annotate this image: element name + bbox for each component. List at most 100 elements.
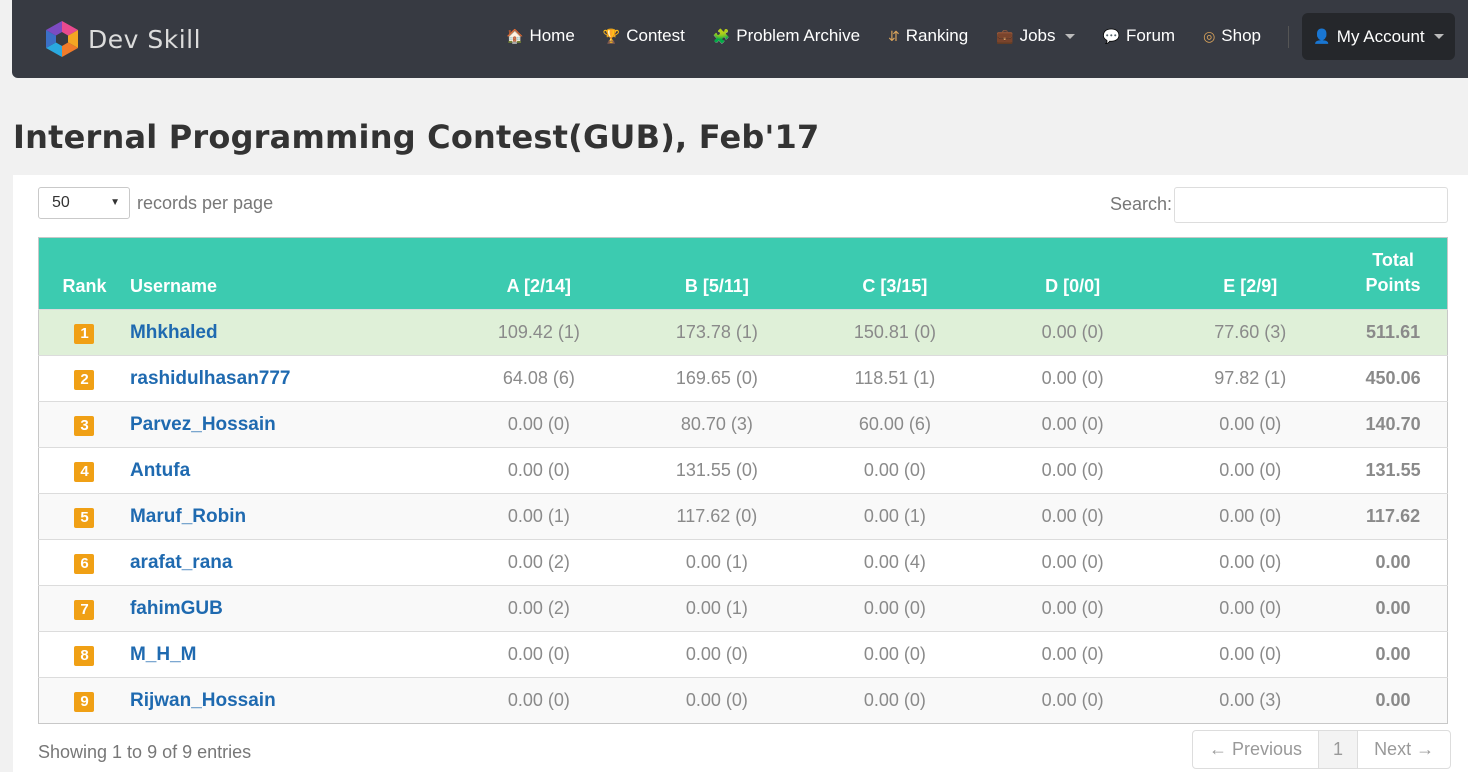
- username-cell: Rijwan_Hossain: [129, 677, 450, 724]
- table-row: 5 Maruf_Robin 0.00 (1) 117.62 (0) 0.00 (1) 0.…: [38, 493, 1448, 540]
- page-length-label: records per page: [137, 193, 274, 213]
- username-cell: Maruf_Robin: [129, 493, 450, 540]
- rank-cell: 2: [38, 355, 130, 402]
- problem-score-cell: 0.00 (0): [983, 401, 1162, 448]
- rank-badge: 8: [74, 645, 95, 666]
- problem-score-cell: 0.00 (0): [449, 401, 628, 448]
- username-link[interactable]: Mhkhaled: [130, 322, 218, 343]
- username-cell: Parvez_Hossain: [129, 401, 450, 448]
- rank-cell: 3: [38, 401, 130, 448]
- total-header-line2: Points: [1365, 275, 1421, 295]
- ranklist-table: Rank Username A [2/14] B [5/11] C [3/15]…: [38, 237, 1448, 724]
- brand-logo-link[interactable]: Dev Skill: [44, 19, 201, 59]
- page-length-select[interactable]: 50 ▼: [38, 187, 130, 219]
- my-account-dropdown[interactable]: 👤 My Account: [1302, 13, 1455, 60]
- problem-score-cell: 0.00 (0): [1161, 631, 1340, 678]
- total-points-cell: 140.70: [1339, 401, 1448, 448]
- nav-problem-archive[interactable]: 🧩 Problem Archive: [713, 0, 860, 72]
- problem-score-cell: 0.00 (2): [449, 585, 628, 632]
- problem-score-cell: 131.55 (0): [627, 447, 806, 494]
- brand-name: Dev Skill: [88, 24, 202, 54]
- problem-score-cell: 109.42 (1): [449, 309, 628, 356]
- username-column-header[interactable]: Username: [130, 238, 450, 310]
- table-row: 6 arafat_rana 0.00 (2) 0.00 (1) 0.00 (4) 0.00…: [38, 539, 1448, 586]
- username-link[interactable]: Parvez_Hossain: [130, 414, 276, 435]
- rank-column-header[interactable]: Rank: [39, 238, 130, 310]
- total-points-column-header[interactable]: Total Points: [1339, 238, 1447, 310]
- rank-cell: 6: [38, 539, 130, 586]
- nav-forum[interactable]: 💬 Forum: [1103, 0, 1176, 72]
- main-nav: 🏠 Home 🏆 Contest 🧩 Problem Archive ⇵ Ranking 💼 Jo…: [506, 0, 1289, 72]
- problem-score-cell: 0.00 (0): [1161, 539, 1340, 586]
- search-input[interactable]: [1174, 187, 1448, 223]
- problem-score-cell: 0.00 (0): [983, 447, 1162, 494]
- problem-score-cell: 0.00 (0): [449, 447, 628, 494]
- username-link[interactable]: M_H_M: [130, 644, 197, 665]
- problem-column-header[interactable]: E [2/9]: [1161, 238, 1339, 310]
- total-points-cell: 511.61: [1339, 309, 1448, 356]
- rank-cell: 8: [38, 631, 130, 678]
- problem-score-cell: 0.00 (0): [983, 631, 1162, 678]
- hexagon-cube-logo-icon: [46, 21, 78, 57]
- problem-score-cell: 0.00 (4): [805, 539, 984, 586]
- nav-contest[interactable]: 🏆 Contest: [603, 0, 685, 72]
- problem-score-cell: 0.00 (0): [983, 677, 1162, 724]
- rank-cell: 4: [38, 447, 130, 494]
- problem-score-cell: 0.00 (0): [805, 585, 984, 632]
- username-link[interactable]: Maruf_Robin: [130, 506, 246, 527]
- previous-page-button[interactable]: ← Previous: [1193, 731, 1318, 768]
- select-arrow-icon: ▼: [110, 197, 120, 208]
- problem-score-cell: 0.00 (1): [805, 493, 984, 540]
- username-cell: Mhkhaled: [129, 309, 450, 356]
- nav-divider: [1288, 26, 1289, 48]
- nav-ranking[interactable]: ⇵ Ranking: [888, 0, 968, 72]
- table-row: 9 Rijwan_Hossain 0.00 (0) 0.00 (0) 0.00 (0) 0…: [38, 677, 1448, 724]
- rank-badge: 1: [74, 323, 95, 344]
- problem-column-header[interactable]: C [3/15]: [806, 238, 984, 310]
- problem-score-cell: 0.00 (0): [627, 631, 806, 678]
- problem-score-cell: 0.00 (0): [805, 677, 984, 724]
- page-length-value: 50: [52, 194, 70, 211]
- problem-score-cell: 0.00 (0): [805, 631, 984, 678]
- nav-label: Forum: [1125, 26, 1176, 45]
- page-number-button[interactable]: 1: [1318, 731, 1358, 768]
- problem-score-cell: 0.00 (1): [627, 539, 806, 586]
- table-row: 7 fahimGUB 0.00 (2) 0.00 (1) 0.00 (0) 0.00 (0…: [38, 585, 1448, 632]
- username-link[interactable]: Antufa: [130, 460, 190, 481]
- problem-score-cell: 0.00 (1): [449, 493, 628, 540]
- username-cell: M_H_M: [129, 631, 450, 678]
- total-points-cell: 0.00: [1339, 585, 1448, 632]
- rank-badge: 2: [74, 369, 95, 390]
- username-link[interactable]: rashidulhasan777: [130, 368, 291, 389]
- top-navbar: Dev Skill 🏠 Home 🏆 Contest 🧩 Problem Archive ⇵…: [12, 0, 1468, 78]
- next-page-button[interactable]: Next →: [1357, 731, 1450, 768]
- nav-home[interactable]: 🏠 Home: [506, 0, 575, 72]
- total-header-line1: Total: [1372, 250, 1414, 270]
- total-points-cell: 0.00: [1339, 539, 1448, 586]
- username-link[interactable]: Rijwan_Hossain: [130, 690, 276, 711]
- problem-score-cell: 0.00 (0): [983, 539, 1162, 586]
- bullseye-icon: ◎: [1203, 27, 1216, 44]
- problem-score-cell: 150.81 (0): [805, 309, 984, 356]
- home-icon: 🏠: [506, 27, 524, 44]
- nav-shop[interactable]: ◎ Shop: [1203, 0, 1261, 72]
- problem-score-cell: 0.00 (2): [449, 539, 628, 586]
- problem-column-header[interactable]: B [5/11]: [628, 238, 806, 310]
- username-link[interactable]: arafat_rana: [130, 552, 232, 573]
- nav-jobs[interactable]: 💼 Jobs: [996, 0, 1075, 72]
- briefcase-icon: 💼: [996, 27, 1014, 44]
- problem-score-cell: 0.00 (0): [1161, 585, 1340, 632]
- username-cell: arafat_rana: [129, 539, 450, 586]
- problem-score-cell: 0.00 (0): [983, 585, 1162, 632]
- username-link[interactable]: fahimGUB: [130, 598, 223, 619]
- problem-column-header[interactable]: A [2/14]: [450, 238, 628, 310]
- nav-label: Jobs: [1019, 26, 1056, 45]
- nav-label: Problem Archive: [736, 26, 861, 45]
- problem-column-header[interactable]: D [0/0]: [984, 238, 1161, 310]
- nav-label: Shop: [1221, 26, 1261, 45]
- username-cell: rashidulhasan777: [129, 355, 450, 402]
- rank-badge: 6: [74, 553, 95, 574]
- problem-score-cell: 0.00 (0): [983, 493, 1162, 540]
- table-info: Showing 1 to 9 of 9 entries: [38, 742, 252, 762]
- total-points-cell: 0.00: [1339, 677, 1448, 724]
